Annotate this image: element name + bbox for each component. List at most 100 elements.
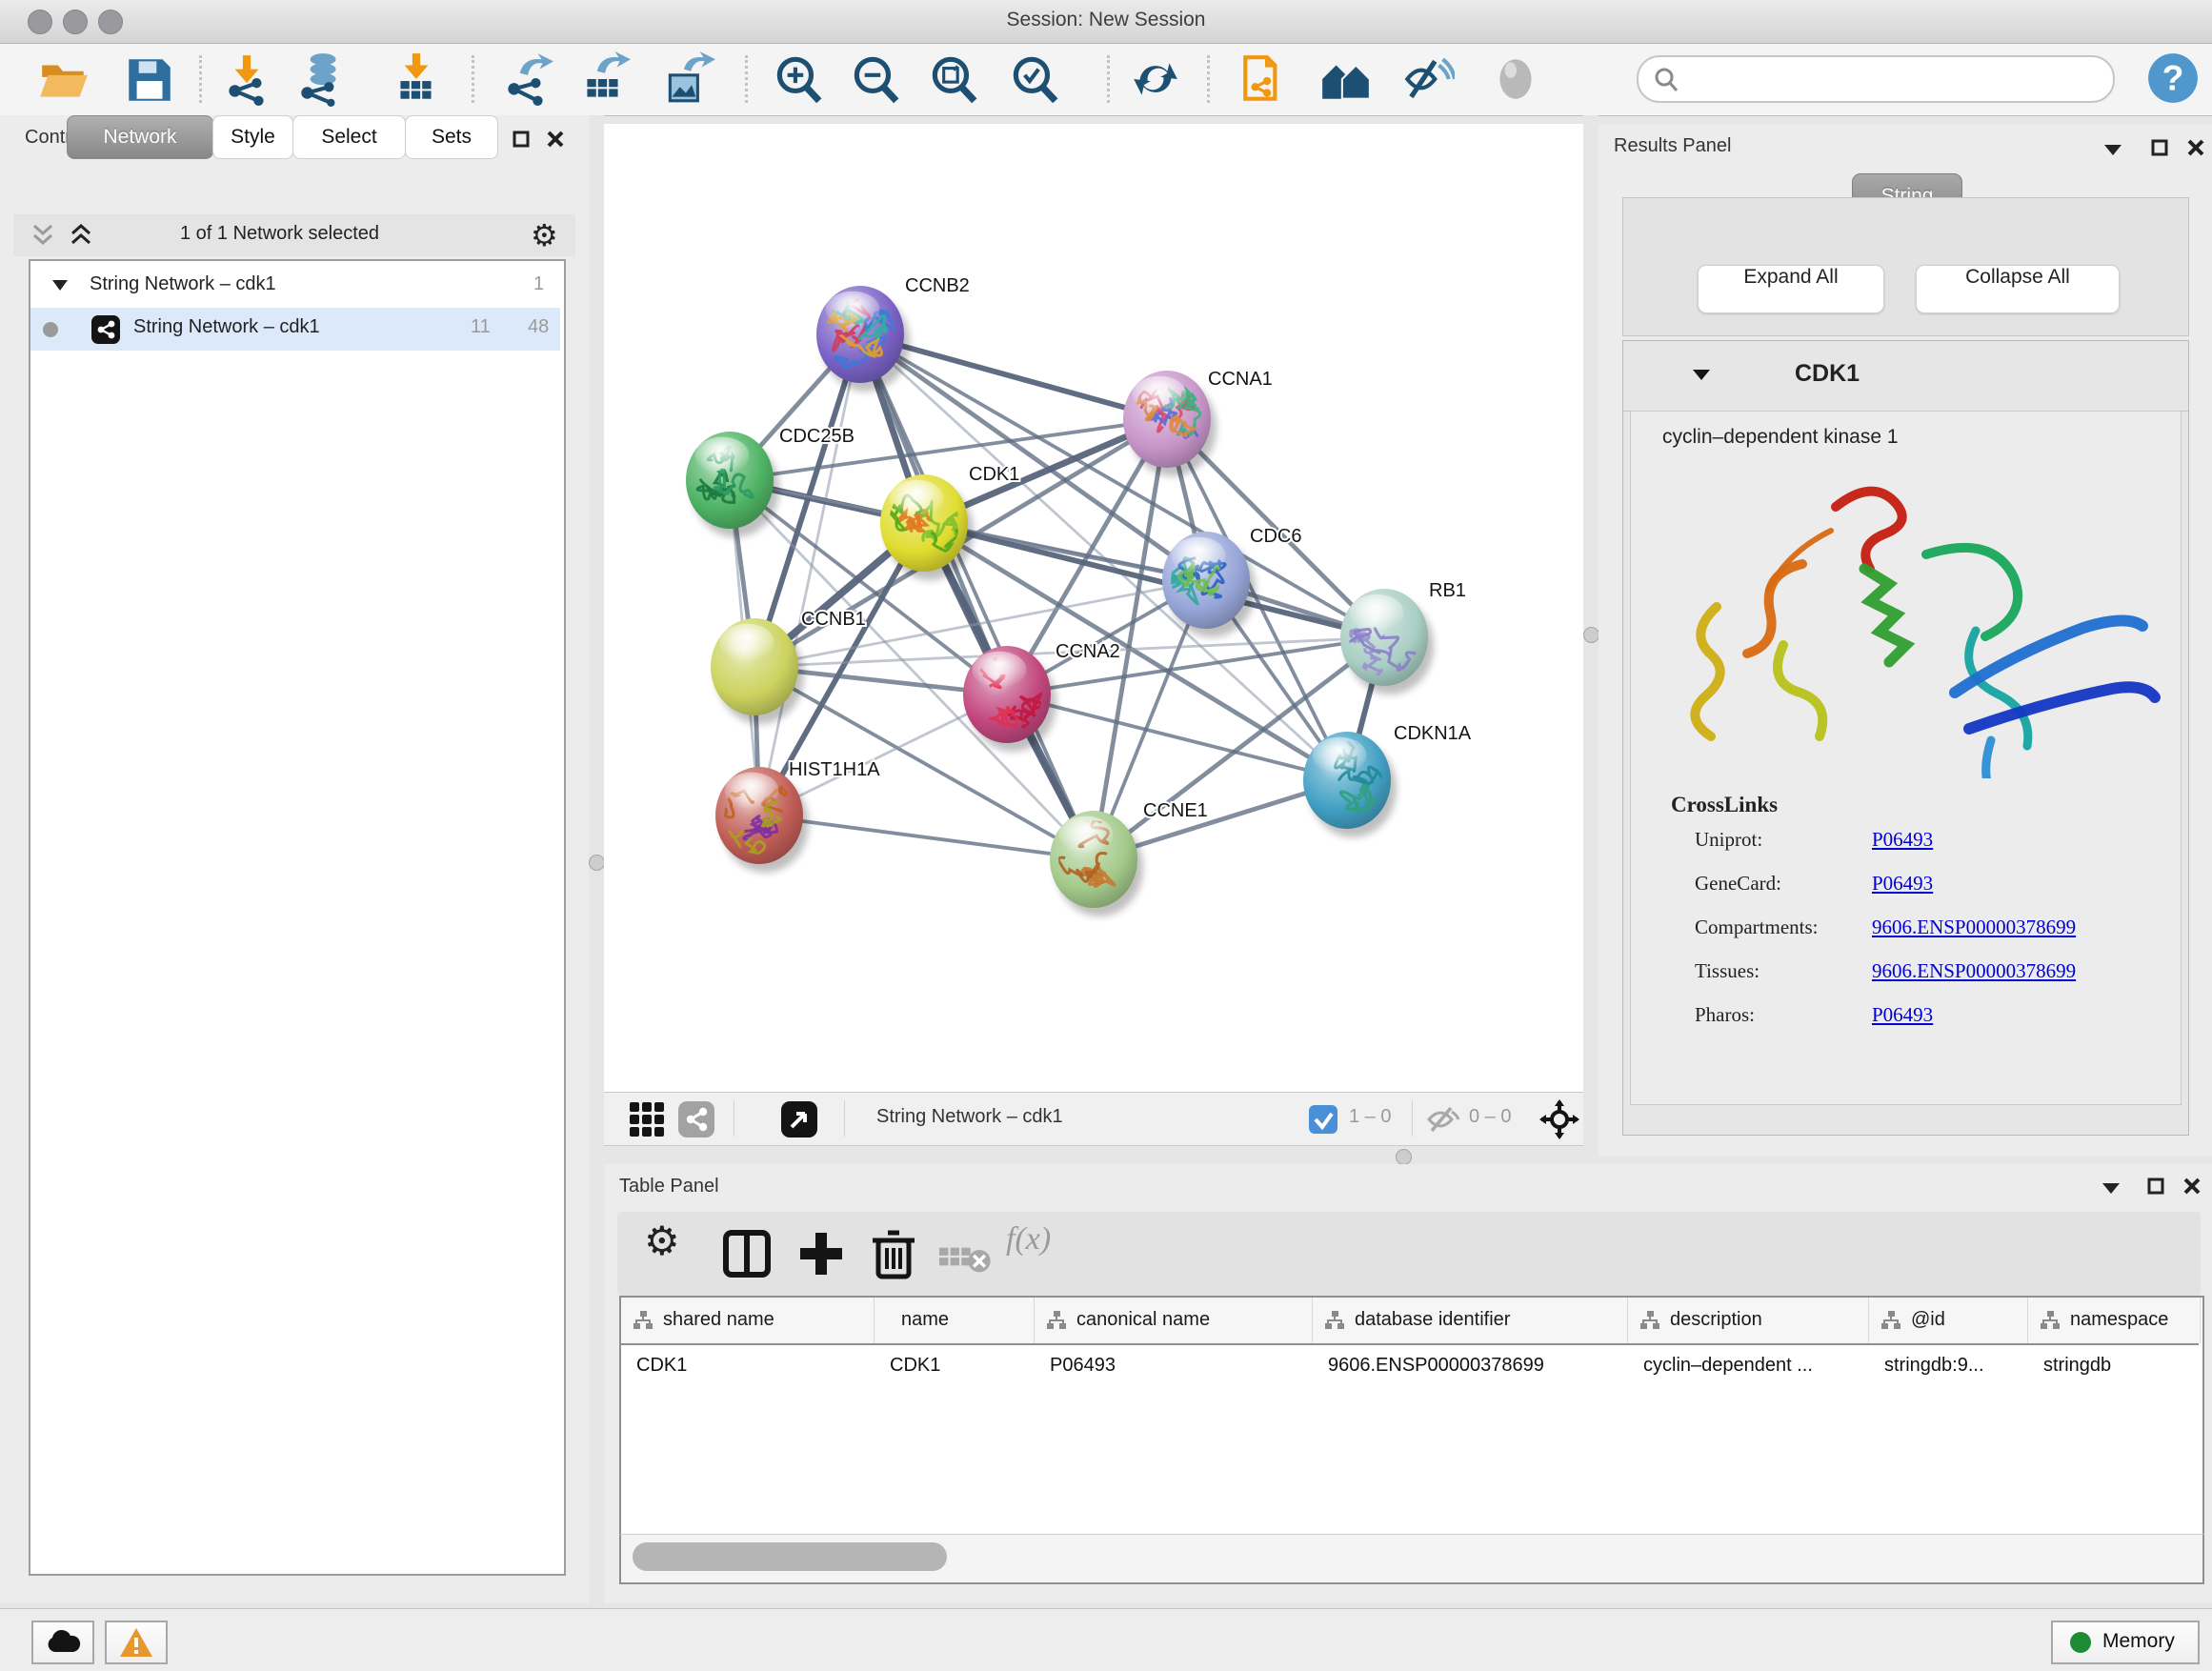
network-name-status: String Network – cdk1 <box>876 1106 1063 1128</box>
section-expanded-triangle-icon[interactable] <box>1692 368 1711 381</box>
network-node-RB1[interactable]: RB1 <box>1335 580 1466 695</box>
floppy-save-icon[interactable] <box>121 51 176 107</box>
selected-checkbox-icon[interactable] <box>1309 1105 1337 1134</box>
tab-sets[interactable]: Sets <box>405 115 498 159</box>
search-input[interactable] <box>1688 61 2101 95</box>
panel-float-icon[interactable] <box>2151 139 2168 156</box>
zoom-fit-icon[interactable] <box>925 51 980 107</box>
tab-network[interactable]: Network <box>67 115 213 159</box>
netbar-separator <box>844 1100 845 1137</box>
network-row[interactable]: String Network – cdk1 11 48 <box>30 308 560 351</box>
open-external-icon[interactable] <box>781 1101 817 1137</box>
refresh-layout-icon[interactable] <box>1128 51 1183 107</box>
table-cell[interactable]: CDK1 <box>890 1355 1027 1393</box>
grid-icon[interactable] <box>629 1101 665 1137</box>
results-panel-title: Results Panel <box>1614 135 1731 157</box>
panel-menu-icon[interactable] <box>2101 1181 2121 1195</box>
panel-menu-icon[interactable] <box>2103 143 2122 156</box>
network-canvas[interactable]: CCNB2CCNA1CDC25BCDK1CDC6RB1CCNB1CCNA2CDK… <box>604 124 1583 1092</box>
memory-button[interactable]: Memory <box>2051 1621 2200 1664</box>
folder-open-icon[interactable] <box>36 51 91 107</box>
right-splitter-handle[interactable] <box>1583 627 1599 643</box>
cloud-button[interactable] <box>31 1621 94 1664</box>
warnings-button[interactable] <box>105 1621 168 1664</box>
network-node-CCNA2[interactable]: CCNA2 <box>963 641 1120 752</box>
toolbar-separator <box>1207 55 1210 103</box>
collapse-all-chevron-icon[interactable] <box>30 224 55 247</box>
expand-all-chevron-icon[interactable] <box>69 224 93 247</box>
column-header-database-identifier[interactable]: database identifier <box>1313 1298 1628 1343</box>
delete-table-icon[interactable] <box>939 1237 993 1290</box>
collapse-all-button[interactable]: Collapse All <box>1916 265 2120 313</box>
zoom-in-icon[interactable] <box>770 51 825 107</box>
expand-all-button[interactable]: Expand All <box>1698 265 1884 313</box>
column-header-namespace[interactable]: namespace <box>2028 1298 2201 1343</box>
trash-icon[interactable] <box>867 1227 920 1280</box>
scrollbar-thumb[interactable] <box>633 1542 947 1571</box>
left-splitter-handle[interactable] <box>589 855 605 871</box>
zoom-selected-icon[interactable] <box>1006 51 1061 107</box>
panel-close-icon[interactable] <box>547 131 564 148</box>
export-network-icon[interactable] <box>498 51 553 107</box>
table-cell[interactable]: P06493 <box>1050 1355 1305 1393</box>
panel-float-icon[interactable] <box>2147 1178 2164 1195</box>
hidden-eye-slash-icon[interactable] <box>1425 1106 1461 1133</box>
column-header-shared-name[interactable]: shared name <box>621 1298 875 1343</box>
table-cell[interactable]: cyclin–dependent ... <box>1643 1355 1861 1393</box>
panel-float-icon[interactable] <box>513 131 530 148</box>
search-icon <box>1652 66 1680 94</box>
crosslink-link[interactable]: 9606.ENSP00000378699 <box>1872 916 2076 939</box>
table-cell[interactable]: 9606.ENSP00000378699 <box>1328 1355 1620 1393</box>
import-network-icon[interactable] <box>219 51 274 107</box>
import-table-icon[interactable] <box>389 51 444 107</box>
status-bar: Memory <box>0 1608 2212 1671</box>
move-crosshair-icon[interactable] <box>1539 1099 1579 1139</box>
expanded-triangle-icon[interactable] <box>51 279 69 292</box>
export-image-icon[interactable] <box>660 51 715 107</box>
search-field[interactable] <box>1637 55 2115 103</box>
gear-icon[interactable]: ⚙ <box>531 217 558 253</box>
plus-icon[interactable] <box>794 1227 848 1280</box>
panel-close-icon[interactable] <box>2187 139 2204 156</box>
panel-close-icon[interactable] <box>2183 1178 2201 1195</box>
current-network-dot-icon <box>42 321 59 338</box>
function-builder-icon[interactable]: f(x) <box>1006 1221 1059 1275</box>
table-cell[interactable]: CDK1 <box>636 1355 867 1393</box>
network-collection-row[interactable]: String Network – cdk1 1 <box>30 265 560 308</box>
network-node-CDC6[interactable]: CDC6 <box>1162 526 1301 637</box>
document-share-icon[interactable] <box>1237 51 1293 107</box>
eye-slash-icon[interactable] <box>1399 51 1455 107</box>
crosslink-label: Compartments: <box>1695 916 1819 938</box>
houses-icon[interactable] <box>1318 51 1374 107</box>
column-header-description[interactable]: description <box>1628 1298 1869 1343</box>
help-icon[interactable]: ? <box>2145 50 2201 106</box>
crosslink-row: GeneCard: P06493 <box>1695 872 2171 900</box>
network-node-CCNB2[interactable]: CCNB2 <box>816 275 970 392</box>
crosslink-link[interactable]: P06493 <box>1872 872 1933 896</box>
network-node-CDKN1A[interactable]: CDKN1A <box>1303 723 1472 837</box>
eye-icon[interactable] <box>1488 51 1543 107</box>
tab-style[interactable]: Style <box>212 115 293 159</box>
crosslink-link[interactable]: P06493 <box>1872 828 1933 852</box>
column-header-@id[interactable]: @id <box>1869 1298 2028 1343</box>
gear-icon[interactable]: ⚙ <box>644 1218 697 1271</box>
zoom-out-icon[interactable] <box>847 51 902 107</box>
export-table-icon[interactable] <box>575 51 631 107</box>
bottom-splitter-handle[interactable] <box>1396 1149 1412 1165</box>
import-database-icon[interactable] <box>293 51 349 107</box>
network-node-CCNE1[interactable]: CCNE1 <box>1050 800 1208 916</box>
table-cell[interactable]: stringdb <box>2043 1355 2193 1393</box>
tab-select[interactable]: Select <box>292 115 406 159</box>
columns-icon[interactable] <box>720 1227 774 1280</box>
share-gray-icon[interactable] <box>678 1101 714 1137</box>
crosslink-link[interactable]: P06493 <box>1872 1003 1933 1027</box>
table-cell[interactable]: stringdb:9... <box>1884 1355 2021 1393</box>
column-header-canonical-name[interactable]: canonical name <box>1035 1298 1313 1343</box>
column-header-name[interactable]: name <box>875 1298 1035 1343</box>
table-horizontal-scrollbar[interactable] <box>619 1534 2204 1584</box>
network-graph[interactable]: CCNB2CCNA1CDC25BCDK1CDC6RB1CCNB1CCNA2CDK… <box>604 124 1583 1092</box>
network-node-HIST1H1A[interactable]: HIST1H1A <box>698 759 880 873</box>
network-node-CCNA1[interactable]: CCNA1 <box>1123 369 1273 476</box>
crosslink-link[interactable]: 9606.ENSP00000378699 <box>1872 959 2076 983</box>
cdk1-section-header[interactable]: CDK1 <box>1623 341 2188 412</box>
